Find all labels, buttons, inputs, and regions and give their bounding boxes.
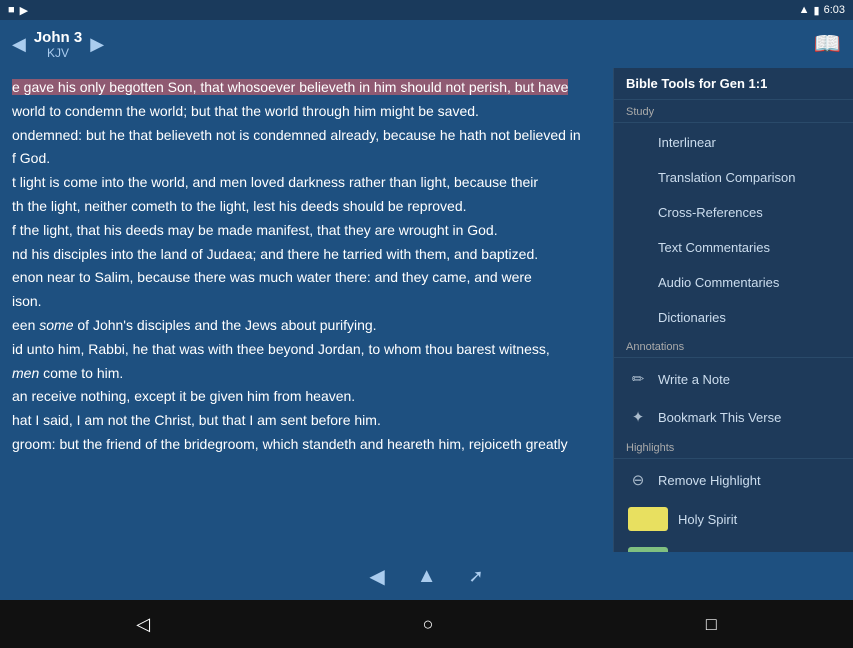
bookmark-label: Bookmark This Verse [658, 410, 781, 425]
bottom-toolbar: ◀ ▲ ➚ [0, 552, 853, 600]
sidebar-item-text-commentaries[interactable]: Text Commentaries [614, 230, 853, 265]
next-chapter-button[interactable]: ▶ [90, 34, 104, 55]
android-home-button[interactable]: ○ [423, 614, 434, 635]
verse-line-13: men come to him. [12, 362, 601, 386]
remove-highlight-icon: ⊖ [628, 471, 648, 489]
highlights-divider [614, 458, 853, 459]
annotations-section-label: Annotations [614, 335, 853, 355]
main-container: e gave his only begotten Son, that whoso… [0, 68, 853, 552]
sidebar-item-audio-commentaries[interactable]: Audio Commentaries [614, 265, 853, 300]
book-info: John 3 KJV [34, 29, 82, 60]
sidebar-item-interlinear[interactable]: Interlinear [614, 125, 853, 160]
sidebar-item-holy-spirit[interactable]: Holy Spirit [614, 499, 853, 539]
sidebar-item-translation-comparison[interactable]: Translation Comparison [614, 160, 853, 195]
grace-label: Grace [678, 552, 713, 553]
annotations-divider [614, 357, 853, 358]
android-nav-bar: ◁ ○ □ [0, 600, 853, 648]
book-version: KJV [34, 46, 82, 60]
verse-line-7: f the light, that his deeds may be made … [12, 219, 601, 243]
prev-chapter-button[interactable]: ◀ [12, 34, 26, 55]
sidebar-item-grace[interactable]: Grace [614, 539, 853, 552]
verse-line-5: t light is come into the world, and men … [12, 171, 601, 195]
text-comm-label: Text Commentaries [658, 240, 770, 255]
highlighted-verse: e gave his only begotten Son, that whoso… [12, 79, 568, 95]
sidebar-item-write-a-note[interactable]: ✏ Write a Note [614, 360, 853, 398]
dict-label: Dictionaries [658, 310, 726, 325]
audio-comm-label: Audio Commentaries [658, 275, 779, 290]
note-label: Write a Note [658, 372, 730, 387]
battery-icon: ▮ [814, 4, 820, 17]
verse-line-3: ondemned: but he that believeth not is c… [12, 124, 601, 148]
highlights-section-label: Highlights [614, 436, 853, 456]
sidebar: Bible Tools for Gen 1:1 Study Interlinea… [613, 68, 853, 552]
verse-line-14: an receive nothing, except it be given h… [12, 385, 601, 409]
verse-line-10: ison. [12, 290, 601, 314]
verse-line-6: th the light, neither cometh to the ligh… [12, 195, 601, 219]
app-icon-2: ▶ [20, 4, 28, 17]
interlinear-label: Interlinear [658, 135, 716, 150]
bookmark-icon: ✦ [628, 408, 648, 426]
study-divider [614, 122, 853, 123]
verse-line-4: f God. [12, 147, 601, 171]
verse-line-8: nd his disciples into the land of Judaea… [12, 243, 601, 267]
grace-color-swatch [628, 547, 668, 552]
book-title: John 3 [34, 29, 82, 46]
back-toolbar-button[interactable]: ◀ [369, 564, 384, 589]
verse-line-11: een some of John's disciples and the Jew… [12, 314, 601, 338]
note-icon: ✏ [628, 370, 648, 388]
up-toolbar-button[interactable]: ▲ [417, 565, 437, 588]
wifi-icon: ▲ [799, 4, 810, 16]
verse-line-1: e gave his only begotten Son, that whoso… [12, 76, 601, 100]
study-section-label: Study [614, 100, 853, 120]
android-recent-button[interactable]: □ [706, 614, 717, 635]
status-icons-left: ■ ▶ [8, 4, 28, 17]
verse-line-16: groom: but the friend of the bridegroom,… [12, 433, 601, 457]
sidebar-title: Bible Tools for Gen 1:1 [614, 68, 853, 100]
status-bar: ■ ▶ ▲ ▮ 6:03 [0, 0, 853, 20]
translation-label: Translation Comparison [658, 170, 796, 185]
holy-spirit-label: Holy Spirit [678, 512, 737, 527]
share-toolbar-button[interactable]: ➚ [469, 566, 484, 587]
verse-line-15: hat I said, I am not the Christ, but tha… [12, 409, 601, 433]
sidebar-item-dictionaries[interactable]: Dictionaries [614, 300, 853, 335]
verse-line-2: world to condemn the world; but that the… [12, 100, 601, 124]
app-icon-1: ■ [8, 4, 15, 17]
sidebar-item-remove-highlight[interactable]: ⊖ Remove Highlight [614, 461, 853, 499]
holy-spirit-color-swatch [628, 507, 668, 531]
verse-line-9: enon near to Salim, because there was mu… [12, 266, 601, 290]
sidebar-item-cross-references[interactable]: Cross-References [614, 195, 853, 230]
bible-text-area: e gave his only begotten Son, that whoso… [0, 68, 613, 552]
sidebar-item-bookmark[interactable]: ✦ Bookmark This Verse [614, 398, 853, 436]
time-display: 6:03 [824, 4, 845, 16]
app-header: ◀ John 3 KJV ▶ 📖 [0, 20, 853, 68]
android-back-button[interactable]: ◁ [136, 614, 150, 635]
remove-highlight-label: Remove Highlight [658, 473, 761, 488]
cross-ref-label: Cross-References [658, 205, 763, 220]
book-icon[interactable]: 📖 [814, 31, 841, 57]
verse-line-12: id unto him, Rabbi, he that was with the… [12, 338, 601, 362]
nav-area: ◀ John 3 KJV ▶ [12, 29, 104, 60]
